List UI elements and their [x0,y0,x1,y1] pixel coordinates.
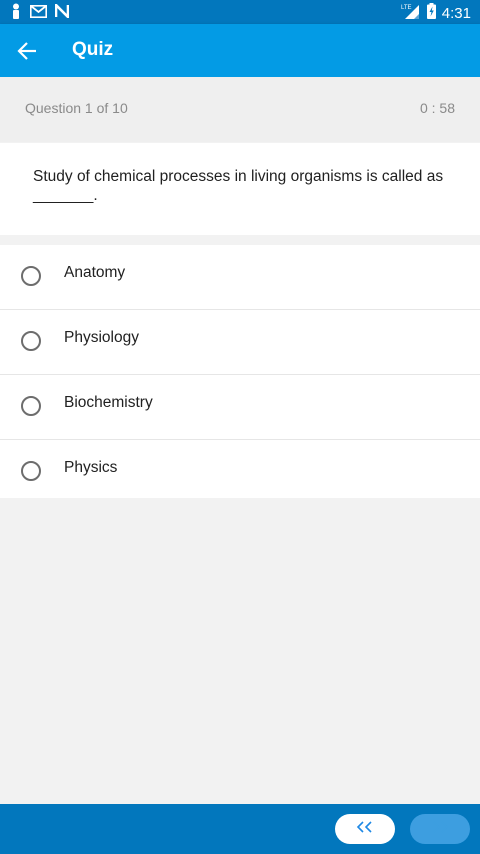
radio-button-icon[interactable] [21,461,41,481]
radio-button-icon[interactable] [21,266,41,286]
page-title: Quiz [72,39,114,60]
question-progress: Question 1 of 10 [25,100,128,116]
question-text: Study of chemical processes in living or… [33,168,444,204]
bottom-bar [0,804,480,854]
option-label: Physics [64,459,118,476]
status-time: 4:31 [441,4,471,22]
answer-options: Anatomy Physiology Biochemistry Physics [0,245,480,498]
option-label: Biochemistry [64,394,153,411]
double-chevron-right-icon [431,820,449,839]
svg-text:LTE: LTE [401,5,412,11]
status-right: LTE 4:31 [401,3,471,24]
question-card: Study of chemical processes in living or… [0,143,480,235]
arrow-back-icon [14,42,42,68]
option-biochemistry[interactable]: Biochemistry [0,375,480,440]
question-header: Question 1 of 10 0 : 58 [0,77,480,142]
n-app-icon [54,1,70,23]
previous-button[interactable] [335,814,395,844]
app-bar: Quiz [0,24,480,77]
option-physiology[interactable]: Physiology [0,310,480,375]
double-chevron-left-icon [356,820,374,839]
person-icon [10,3,22,24]
status-left-icons [10,1,70,24]
back-button[interactable] [14,38,42,64]
option-anatomy[interactable]: Anatomy [0,245,480,310]
radio-button-icon[interactable] [21,331,41,351]
gmail-icon [30,4,47,23]
signal-icon: LTE [401,3,421,24]
next-button[interactable] [410,814,470,844]
option-physics[interactable]: Physics [0,440,480,498]
option-label: Physiology [64,329,139,346]
battery-charging-icon [426,3,436,24]
radio-button-icon[interactable] [21,396,41,416]
status-bar: LTE 4:31 [0,0,480,24]
timer: 0 : 58 [419,100,455,116]
option-label: Anatomy [64,264,126,281]
